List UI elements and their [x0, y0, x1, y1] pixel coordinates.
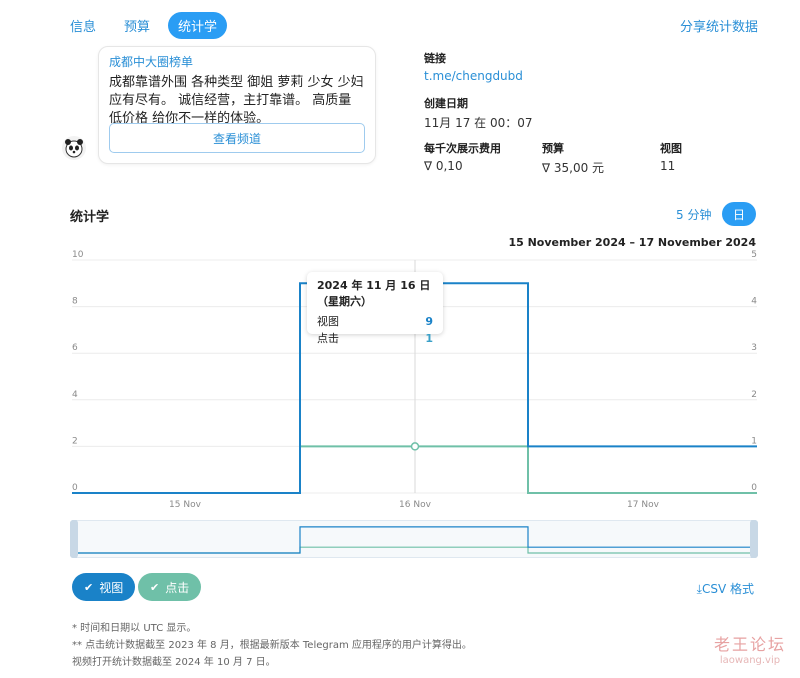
date-range: 15 November 2024 – 17 November 2024 [508, 236, 756, 249]
post-text: 成都靠谱外围 各种类型 御姐 萝莉 少女 少妇 应有尽有。 诚信经营，主打靠谱。… [109, 75, 364, 126]
tab-info[interactable]: 信息 [60, 12, 106, 39]
tooltip-clicks-value: 1 [425, 332, 433, 345]
view-channel-button[interactable]: 查看频道 [109, 123, 365, 153]
watermark: 老王论坛 laowang.vip [714, 631, 786, 666]
tooltip-clicks-label: 点击 [317, 332, 339, 345]
created-value: 11月 17 在 00：07 [424, 116, 533, 130]
top-nav: 信息 预算 统计学 [60, 12, 235, 39]
y-left-tick-label: 6 [72, 343, 78, 353]
y-right-tick-label: 1 [751, 436, 757, 446]
tab-budget[interactable]: 预算 [114, 12, 160, 39]
link-block: 链接 t.me/chengdubd [424, 50, 523, 83]
tooltip-date: 2024 年 11 月 16 日（星期六） [317, 279, 431, 308]
cpm-label: 每千次展示费用 [424, 142, 501, 155]
tooltip-views-value: 9 [425, 315, 433, 328]
budget-label: 预算 [542, 142, 564, 155]
tooltip-views-label: 视图 [317, 315, 339, 328]
chart-range-navigator[interactable] [70, 520, 758, 558]
budget-metric: 预算 ∇ 35,00 元 [542, 140, 660, 176]
y-right-tick-label: 4 [751, 297, 757, 307]
channel-avatar [62, 136, 86, 160]
created-label: 创建日期 [424, 97, 468, 110]
budget-value: 35,00 元 [553, 161, 605, 175]
created-block: 创建日期 11月 17 在 00：07 [424, 95, 533, 131]
navigator-handle-right [750, 520, 758, 558]
watermark-title: 老王论坛 [713, 635, 786, 654]
y-left-tick-label: 8 [72, 297, 78, 307]
footnote-2: ** 点击统计数据截至 2023 年 8 月，根据最新版本 Telegram 应… [72, 640, 472, 651]
y-left-tick-label: 2 [72, 436, 78, 446]
hover-point-clicks [410, 442, 420, 451]
period-5min-button[interactable]: 5 分钟 [676, 206, 711, 223]
views-label: 视图 [660, 142, 682, 155]
y-left-tick-label: 4 [72, 390, 78, 400]
check-icon: ✔ [84, 580, 94, 594]
link-value[interactable]: t.me/chengdubd [424, 69, 523, 83]
ton-icon: ∇ [542, 161, 551, 175]
y-left-tick-label: 0 [72, 483, 78, 493]
csv-label: CSV 格式 [701, 582, 754, 596]
toggle-views-label: 视图 [99, 580, 124, 595]
channel-name[interactable]: 成都中大圈榜单 [109, 53, 365, 70]
ton-icon: ∇ [424, 159, 433, 173]
panda-icon [65, 139, 83, 158]
metrics-row: 每千次展示费用 ∇ 0,10 预算 ∇ 35,00 元 视图 11 [424, 140, 740, 176]
footnote-1: * 时间和日期以 UTC 显示。 [72, 623, 197, 634]
cpm-metric: 每千次展示费用 ∇ 0,10 [424, 140, 542, 176]
stats-title: 统计学 [70, 210, 110, 225]
share-stats-link[interactable]: 分享统计数据 [680, 16, 758, 35]
footnote-3: 视频打开统计数据截至 2024 年 10 月 7 日。 [72, 657, 276, 668]
csv-download-link[interactable]: ⤓CSV 格式 [697, 580, 754, 597]
link-label: 链接 [424, 52, 446, 65]
x-tick-label: 15 Nov [169, 500, 202, 510]
y-left-tick-label: 10 [72, 250, 84, 260]
toggle-clicks-label: 点击 [165, 580, 190, 595]
cpm-value: 0,10 [435, 159, 463, 173]
navigator-handle-left [70, 520, 78, 558]
tab-statistics[interactable]: 统计学 [168, 12, 228, 39]
period-day-button[interactable]: 日 [722, 202, 756, 226]
watermark-url: laowang.vip [719, 655, 781, 666]
x-tick-label: 16 Nov [399, 500, 432, 510]
footnotes: * 时间和日期以 UTC 显示。 ** 点击统计数据截至 2023 年 8 月，… [72, 620, 472, 671]
views-value: 11 [660, 159, 676, 173]
views-metric: 视图 11 [660, 140, 740, 176]
chart-tooltip: 2024 年 11 月 16 日（星期六） 视图 9 点击 1 [307, 272, 443, 345]
y-right-tick-label: 2 [751, 390, 757, 400]
y-right-tick-label: 3 [751, 343, 757, 353]
post-preview: 成都中大圈榜单 成都靠谱外围 各种类型 御姐 萝莉 少女 少妇 应有尽有。 诚信… [98, 46, 376, 164]
navigator-frame [70, 520, 758, 558]
x-tick-label: 17 Nov [627, 500, 660, 510]
check-icon: ✔ [150, 580, 160, 594]
y-right-tick-label: 5 [751, 250, 757, 260]
y-right-tick-label: 0 [751, 483, 757, 493]
toggle-clicks-chip[interactable]: ✔ 点击 [138, 573, 202, 601]
toggle-views-chip[interactable]: ✔ 视图 [72, 573, 136, 601]
